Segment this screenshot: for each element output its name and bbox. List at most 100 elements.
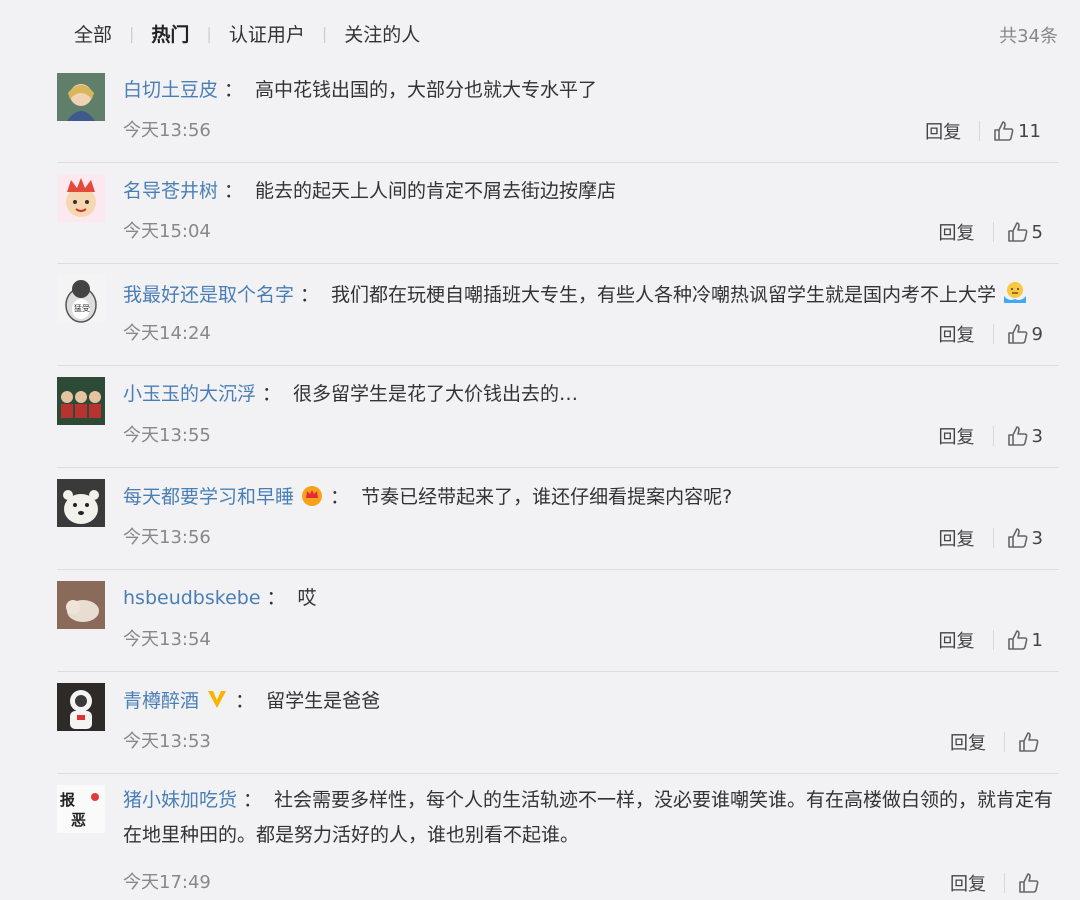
comment-username[interactable]: 青樽醉酒 (123, 690, 199, 712)
action-divider (1004, 873, 1005, 893)
shrug-emoji-icon (1002, 280, 1028, 310)
comment-item: 名导苍井树：能去的起天上人间的肯定不屑去街边按摩店 今天15:04 回复 5 (57, 163, 1059, 264)
comment-text: 留学生是爸爸 (266, 690, 381, 712)
crown-badge-icon (300, 484, 324, 512)
like-count: 3 (1031, 425, 1043, 447)
comment-username[interactable]: 猪小妹加吃货 (123, 789, 237, 811)
anime-elf-avatar[interactable] (57, 73, 105, 121)
like-button[interactable]: 5 (1007, 221, 1043, 243)
svg-text:猛受: 猛受 (74, 303, 90, 313)
comment-text: 高中花钱出国的，大部分也就大专水平了 (255, 79, 598, 101)
comment-time: 今天13:55 (123, 425, 211, 446)
calligraphy-avatar[interactable]: 报恶 (57, 785, 105, 833)
reply-button[interactable]: 回复 (950, 729, 986, 755)
comment-username[interactable]: 小玉玉的大沉浮 (123, 383, 256, 405)
cartoon-king-avatar[interactable] (57, 174, 105, 222)
like-button[interactable]: 3 (1007, 527, 1043, 549)
comment-time: 今天15:04 (123, 221, 211, 242)
comment-actions: 回复 9 (939, 321, 1043, 347)
like-count: 1 (1031, 629, 1043, 651)
reply-button[interactable]: 回复 (939, 525, 975, 551)
svg-text:恶: 恶 (71, 811, 86, 829)
reply-button[interactable]: 回复 (939, 219, 975, 245)
comment-username[interactable]: 我最好还是取个名字 (123, 284, 294, 306)
thumbs-up-icon (1019, 873, 1039, 893)
verified-v-badge-icon (205, 688, 229, 716)
tab-divider: | (321, 24, 328, 43)
like-button[interactable]: 9 (1007, 323, 1043, 345)
tab-divider: | (206, 24, 212, 43)
comment-text: 哎 (297, 587, 317, 609)
thumbs-up-icon (1007, 528, 1027, 548)
like-button[interactable] (1018, 731, 1043, 753)
comment-item: 每天都要学习和早睡 ：节奏已经带起来了，谁还仔细看提案内容呢? 今天13:56 … (57, 468, 1059, 570)
like-count: 3 (1031, 527, 1043, 549)
comment-username[interactable]: 每天都要学习和早睡 (123, 486, 294, 508)
tab-hot[interactable]: 热门 (151, 20, 189, 47)
svg-text:报: 报 (60, 791, 75, 809)
like-count: 9 (1031, 323, 1043, 345)
comment-time: 今天17:49 (123, 872, 211, 893)
like-button[interactable]: 1 (1007, 629, 1043, 651)
comment-text: 能去的起天上人间的肯定不屑去街边按摩店 (255, 180, 617, 202)
group-photo-avatar[interactable] (57, 377, 105, 425)
comment-filter-bar: 全部 | 热门 | 认证用户 | 关注的人 共34条 (0, 0, 1080, 62)
like-count: 5 (1031, 221, 1043, 243)
like-button[interactable]: 3 (1007, 425, 1043, 447)
comment-text: 很多留学生是花了大价钱出去的… (293, 383, 579, 405)
comment-username[interactable]: hsbeudbskebe (123, 587, 261, 609)
polar-bear-avatar[interactable] (57, 479, 105, 527)
comment-time: 今天13:56 (123, 527, 211, 548)
reply-button[interactable]: 回复 (950, 870, 986, 896)
astronaut-avatar[interactable] (57, 683, 105, 731)
reply-button[interactable]: 回复 (939, 423, 975, 449)
action-divider (992, 426, 994, 446)
action-divider (979, 121, 981, 141)
comment-time: 今天14:24 (123, 323, 211, 344)
action-divider (992, 630, 994, 650)
like-count: 11 (1018, 120, 1041, 142)
comment-actions: 回复 (950, 870, 1043, 896)
action-divider (1004, 732, 1005, 752)
comment-actions: 回复 3 (939, 423, 1043, 449)
comment-time: 今天13:54 (123, 629, 211, 650)
comment-item: hsbeudbskebe：哎 今天13:54 回复 1 (57, 570, 1059, 672)
thumbs-up-icon (1007, 426, 1027, 446)
penguin-avatar[interactable]: 猛受 (57, 275, 105, 323)
comment-actions: 回复 11 (925, 118, 1041, 144)
comment-list: 白切土豆皮：高中花钱出国的，大部分也就大专水平了 今天13:56 回复 11 名… (57, 62, 1059, 900)
reply-button[interactable]: 回复 (939, 627, 975, 653)
comment-time: 今天13:56 (123, 120, 211, 141)
comment-text: 我们都在玩梗自嘲插班大专生，有些人各种冷嘲热讽留学生就是国内考不上大学 (331, 284, 997, 306)
comment-item: 猛受 我最好还是取个名字：我们都在玩梗自嘲插班大专生，有些人各种冷嘲热讽留学生就… (57, 264, 1059, 366)
thumbs-up-icon (1007, 324, 1027, 344)
comment-item: 小玉玉的大沉浮：很多留学生是花了大价钱出去的… 今天13:55 回复 3 (57, 366, 1059, 468)
comment-time: 今天13:53 (123, 731, 211, 752)
comment-actions: 回复 1 (939, 627, 1043, 653)
pet-photo-avatar[interactable] (57, 581, 105, 629)
comment-username[interactable]: 白切土豆皮 (123, 79, 218, 101)
tab-all[interactable]: 全部 (74, 20, 112, 47)
reply-button[interactable]: 回复 (925, 118, 961, 144)
thumbs-up-icon (1019, 732, 1039, 752)
reply-button[interactable]: 回复 (939, 321, 975, 347)
comment-text: 节奏已经带起来了，谁还仔细看提案内容呢? (361, 486, 733, 508)
action-divider (992, 528, 994, 548)
tab-verified-users[interactable]: 认证用户 (229, 20, 305, 47)
thumbs-up-icon (1007, 630, 1027, 650)
comment-total-count: 共34条 (999, 26, 1058, 47)
comment-item: 白切土豆皮：高中花钱出国的，大部分也就大专水平了 今天13:56 回复 11 (57, 62, 1059, 163)
action-divider (992, 222, 994, 242)
filter-tabs: 全部 | 热门 | 认证用户 | 关注的人 (74, 20, 420, 47)
comment-actions: 回复 (950, 729, 1043, 755)
thumbs-up-icon (994, 121, 1014, 141)
comment-actions: 回复 5 (939, 219, 1043, 245)
like-button[interactable]: 11 (993, 120, 1041, 142)
tab-following[interactable]: 关注的人 (344, 20, 420, 47)
like-button[interactable] (1018, 872, 1043, 894)
comment-username[interactable]: 名导苍井树 (123, 180, 218, 202)
comment-item: 报恶 猪小妹加吃货：社会需要多样性，每个人的生活轨迹不一样，没必要谁嘲笑谁。有在… (57, 774, 1059, 900)
comment-actions: 回复 3 (939, 525, 1043, 551)
tab-divider: | (129, 24, 135, 43)
comment-item: 青樽醉酒 ：留学生是爸爸 今天13:53 回复 (57, 672, 1059, 774)
